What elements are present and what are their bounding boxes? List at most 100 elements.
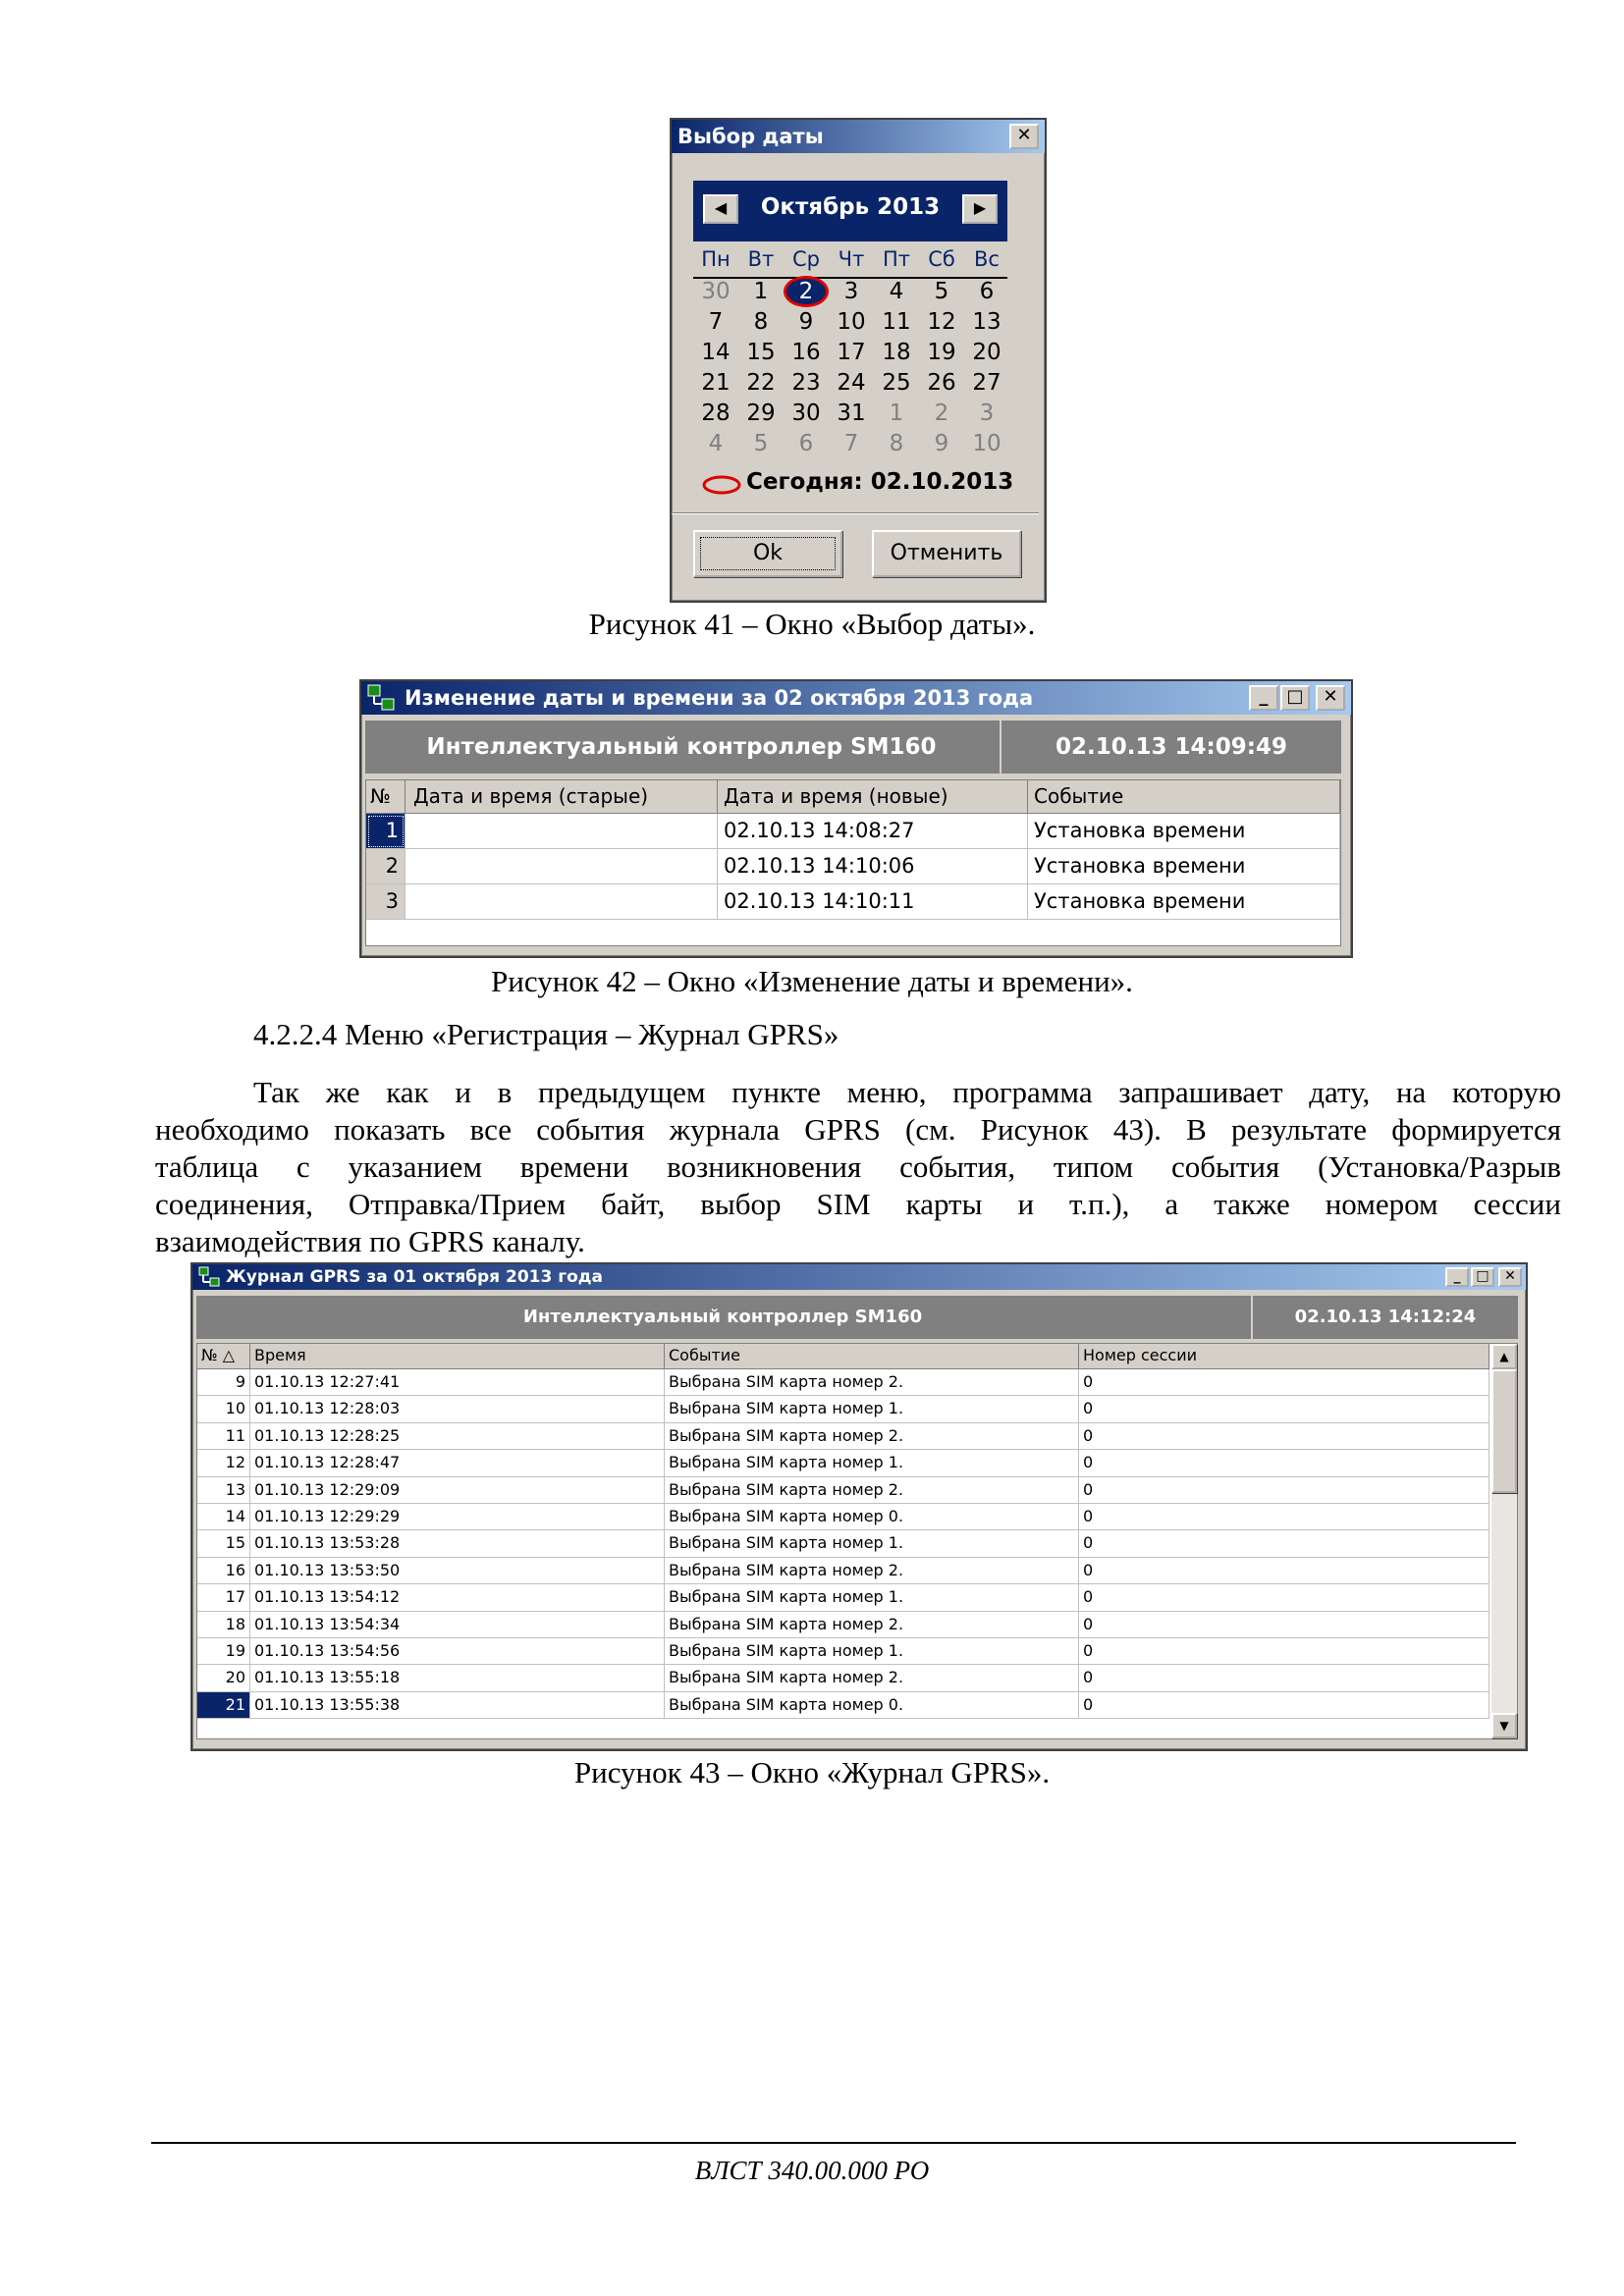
table-cell[interactable]: 01.10.13 13:54:12 [250, 1584, 665, 1612]
calendar-day[interactable]: 18 [874, 340, 919, 365]
table-cell[interactable]: Выбрана SIM карта номер 1. [665, 1584, 1079, 1612]
table-cell[interactable]: Установка времени [1028, 849, 1340, 884]
calendar-day[interactable]: 14 [693, 340, 738, 365]
table-cell[interactable]: 01.10.13 13:54:56 [250, 1638, 665, 1666]
table-cell[interactable]: Выбрана SIM карта номер 1. [665, 1638, 1079, 1666]
calendar-day[interactable]: 7 [829, 431, 874, 456]
close-icon[interactable]: ✕ [1316, 685, 1345, 711]
close-icon[interactable]: ✕ [1498, 1267, 1522, 1287]
row-number[interactable]: 10 [197, 1396, 250, 1423]
calendar-day[interactable]: 10 [964, 431, 1009, 456]
table-cell[interactable]: 0 [1079, 1530, 1489, 1558]
table-cell[interactable]: 0 [1079, 1369, 1489, 1397]
calendar-day[interactable]: 1 [874, 400, 919, 426]
table-cell[interactable]: 01.10.13 12:29:09 [250, 1476, 665, 1504]
table-cell[interactable]: 0 [1079, 1557, 1489, 1585]
table-cell[interactable]: Выбрана SIM карта номер 0. [665, 1691, 1079, 1720]
calendar-day[interactable]: 28 [693, 400, 738, 426]
table-cell[interactable]: 0 [1079, 1691, 1489, 1720]
column-header-number[interactable]: № [366, 780, 406, 814]
table-cell[interactable]: Выбрана SIM карта номер 1. [665, 1530, 1079, 1558]
arrow-left-icon[interactable]: ◀ [703, 194, 738, 224]
calendar-day[interactable]: 23 [784, 370, 829, 396]
vertical-scrollbar[interactable]: ▲ ▼ [1491, 1344, 1517, 1738]
minimize-icon[interactable]: _ [1445, 1267, 1469, 1287]
table-cell[interactable]: 0 [1079, 1504, 1489, 1531]
column-header-time[interactable]: Время [250, 1344, 665, 1369]
cancel-button[interactable]: Отменить [872, 530, 1021, 577]
calendar-day[interactable]: 5 [919, 279, 964, 304]
calendar-day[interactable]: 26 [919, 370, 964, 396]
table-cell[interactable]: 01.10.13 12:28:47 [250, 1450, 665, 1477]
calendar-day[interactable]: 15 [738, 340, 784, 365]
table-cell[interactable]: Выбрана SIM карта номер 2. [665, 1422, 1079, 1451]
calendar-day[interactable]: 9 [784, 309, 829, 335]
arrow-right-icon[interactable]: ▶ [962, 194, 998, 224]
calendar-day[interactable]: 31 [829, 400, 874, 426]
scroll-down-icon[interactable]: ▼ [1491, 1713, 1517, 1738]
calendar-day[interactable]: 16 [784, 340, 829, 365]
table-cell[interactable]: 0 [1079, 1396, 1489, 1423]
column-header-number[interactable]: № △ [197, 1344, 250, 1369]
calendar-day[interactable]: 6 [784, 431, 829, 456]
table-cell[interactable]: 0 [1079, 1638, 1489, 1666]
close-icon[interactable]: ✕ [1009, 124, 1039, 149]
table-cell[interactable]: Выбрана SIM карта номер 2. [665, 1611, 1079, 1638]
column-header-new-time[interactable]: Дата и время (новые) [718, 780, 1028, 814]
table-cell[interactable] [406, 814, 718, 849]
table-cell[interactable] [406, 884, 718, 920]
calendar-day[interactable]: 27 [964, 370, 1009, 396]
table-cell[interactable]: 01.10.13 12:27:41 [250, 1369, 665, 1397]
maximize-icon[interactable]: □ [1471, 1267, 1494, 1287]
calendar-day[interactable]: 19 [919, 340, 964, 365]
table-cell[interactable]: Установка времени [1028, 884, 1340, 920]
row-number[interactable]: 11 [197, 1422, 250, 1451]
calendar-day[interactable]: 22 [738, 370, 784, 396]
calendar-day[interactable]: 2 [919, 400, 964, 426]
table-cell[interactable]: 01.10.13 12:28:03 [250, 1396, 665, 1423]
column-header-event[interactable]: Событие [1028, 780, 1340, 814]
calendar-day[interactable]: 3 [829, 279, 874, 304]
row-number[interactable]: 3 [366, 884, 406, 920]
calendar-day[interactable]: 29 [738, 400, 784, 426]
calendar-day[interactable]: 25 [874, 370, 919, 396]
calendar-day[interactable]: 8 [738, 309, 784, 335]
table-cell[interactable]: 02.10.13 14:10:06 [718, 849, 1028, 884]
calendar-day[interactable]: 30 [784, 400, 829, 426]
table-cell[interactable]: Выбрана SIM карта номер 1. [665, 1450, 1079, 1477]
table-cell[interactable]: 0 [1079, 1584, 1489, 1612]
row-number[interactable]: 1 [366, 814, 406, 849]
calendar-day[interactable]: 21 [693, 370, 738, 396]
table-cell[interactable]: 0 [1079, 1450, 1489, 1477]
table-cell[interactable]: 02.10.13 14:08:27 [718, 814, 1028, 849]
table-cell[interactable]: Выбрана SIM карта номер 2. [665, 1369, 1079, 1397]
calendar-day[interactable]: 30 [693, 279, 738, 304]
table-cell[interactable] [406, 849, 718, 884]
calendar-day[interactable]: 5 [738, 431, 784, 456]
table-cell[interactable]: Выбрана SIM карта номер 2. [665, 1557, 1079, 1585]
calendar-day[interactable]: 12 [919, 309, 964, 335]
minimize-icon[interactable]: _ [1249, 685, 1278, 711]
ok-button[interactable]: Ok [693, 530, 842, 577]
table-cell[interactable]: 01.10.13 13:53:50 [250, 1557, 665, 1585]
table-cell[interactable]: 01.10.13 13:54:34 [250, 1611, 665, 1638]
today-row[interactable]: Сегодня: 02.10.2013 [701, 469, 1015, 501]
table-cell[interactable]: Установка времени [1028, 814, 1340, 849]
row-number[interactable]: 20 [197, 1665, 250, 1692]
table-cell[interactable]: 01.10.13 12:29:29 [250, 1504, 665, 1531]
row-number[interactable]: 15 [197, 1530, 250, 1558]
row-number[interactable]: 19 [197, 1638, 250, 1666]
table-cell[interactable]: Выбрана SIM карта номер 2. [665, 1665, 1079, 1692]
row-number[interactable]: 21 [197, 1691, 250, 1720]
calendar-day[interactable]: 7 [693, 309, 738, 335]
column-header-session[interactable]: Номер сессии [1079, 1344, 1489, 1369]
calendar-day[interactable]: 1 [738, 279, 784, 304]
calendar-day[interactable]: 9 [919, 431, 964, 456]
row-number[interactable]: 18 [197, 1611, 250, 1638]
row-number[interactable]: 17 [197, 1584, 250, 1612]
scroll-up-icon[interactable]: ▲ [1491, 1344, 1517, 1369]
table-cell[interactable]: Выбрана SIM карта номер 1. [665, 1396, 1079, 1423]
maximize-icon[interactable]: □ [1280, 685, 1310, 711]
table-cell[interactable]: 02.10.13 14:10:11 [718, 884, 1028, 920]
row-number[interactable]: 16 [197, 1557, 250, 1585]
